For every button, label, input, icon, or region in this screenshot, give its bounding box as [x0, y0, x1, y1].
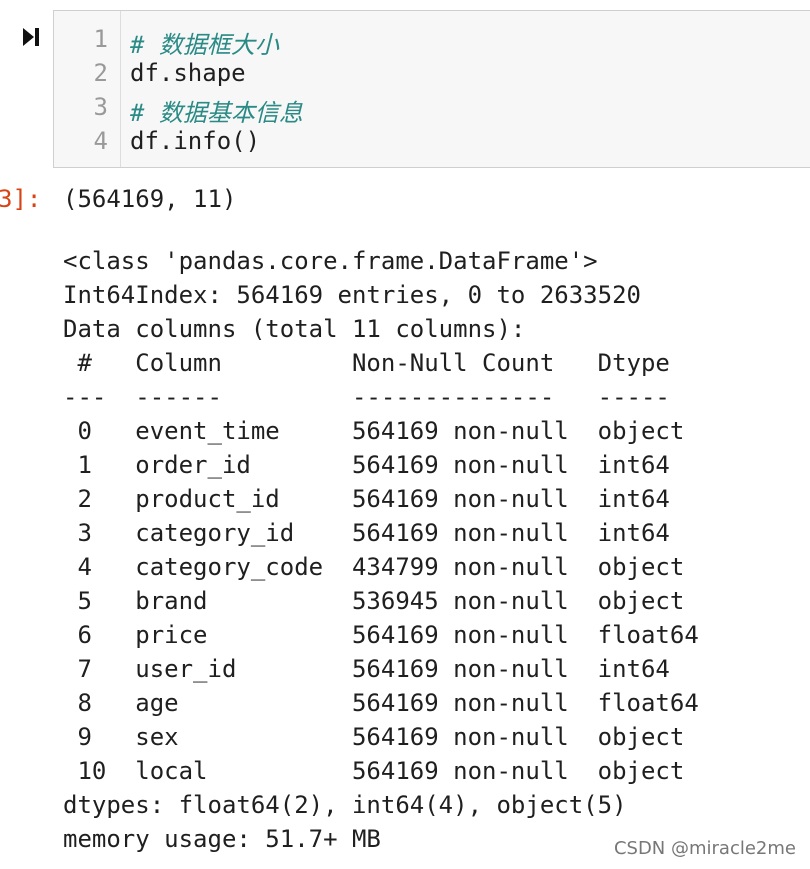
- code-line[interactable]: df.shape: [130, 59, 246, 87]
- line-number-gutter: 1 2 3 4: [54, 11, 121, 167]
- info-line: <class 'pandas.core.frame.DataFrame'>: [63, 247, 598, 275]
- info-table-row: 8 age 564169 non-null float64: [63, 689, 699, 717]
- watermark: CSDN @miracle2me: [613, 838, 796, 859]
- info-table-row: 0 event_time 564169 non-null object: [63, 417, 685, 445]
- info-table-row: 7 user_id 564169 non-null int64: [63, 655, 670, 683]
- info-table-row: 6 price 564169 non-null float64: [63, 621, 699, 649]
- line-number: 1: [93, 25, 108, 53]
- info-table-row: 5 brand 536945 non-null object: [63, 587, 685, 615]
- shape-result: (564169, 11): [63, 185, 237, 213]
- line-number: 2: [93, 59, 108, 87]
- line-number: 4: [93, 127, 108, 155]
- output-prompt: 3]:: [0, 185, 42, 213]
- info-table-row: 4 category_code 434799 non-null object: [63, 553, 685, 581]
- info-table-row: 1 order_id 564169 non-null int64: [63, 451, 670, 479]
- info-dtypes-line: dtypes: float64(2), int64(4), object(5): [63, 791, 627, 819]
- code-comment-line[interactable]: # 数据框大小: [130, 25, 279, 60]
- line-number: 3: [93, 93, 108, 121]
- code-comment-line[interactable]: # 数据基本信息: [130, 93, 303, 128]
- info-table-separator: --- ------ -------------- -----: [63, 383, 670, 411]
- info-line: Data columns (total 11 columns):: [63, 315, 526, 343]
- info-table-row: 3 category_id 564169 non-null int64: [63, 519, 670, 547]
- info-memory-line: memory usage: 51.7+ MB: [63, 825, 381, 853]
- info-table-row: 2 product_id 564169 non-null int64: [63, 485, 670, 513]
- info-line: Int64Index: 564169 entries, 0 to 2633520: [63, 281, 641, 309]
- info-table-row: 10 local 564169 non-null object: [63, 757, 685, 785]
- code-line[interactable]: df.info(): [130, 127, 260, 155]
- info-table-header: # Column Non-Null Count Dtype: [63, 349, 670, 377]
- info-table-row: 9 sex 564169 non-null object: [63, 723, 685, 751]
- run-next-icon[interactable]: [21, 26, 41, 48]
- code-cell-input[interactable]: 1 2 3 4 # 数据框大小 df.shape # 数据基本信息 df.inf…: [53, 10, 810, 168]
